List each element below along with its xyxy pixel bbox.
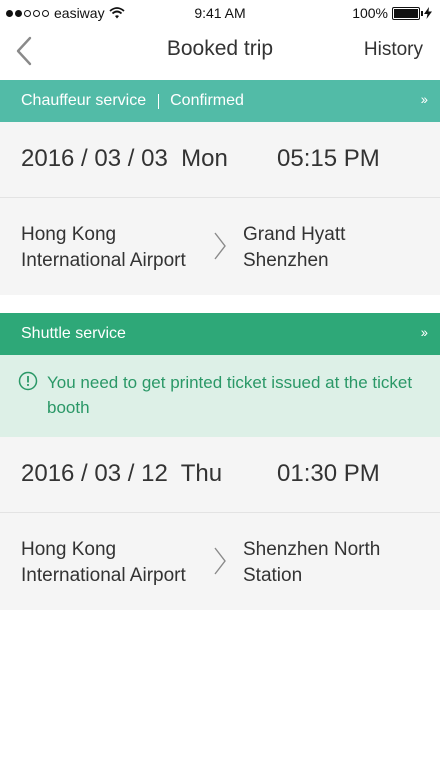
battery-percentage: 100%: [352, 5, 388, 21]
trip-card-chauffeur[interactable]: 2016 / 03 / 03 Mon 05:15 PM Hong Kong In…: [0, 122, 440, 295]
route-arrow-icon: [214, 547, 226, 575]
notice-text: You need to get printed ticket issued at…: [47, 373, 413, 417]
double-chevron-right-icon: ››: [420, 91, 428, 107]
battery-icon: [392, 6, 423, 20]
service-name: Chauffeur service: [21, 92, 147, 109]
trip-origin: Hong Kong International Airport: [21, 539, 186, 586]
trip-status: Confirmed: [170, 92, 244, 109]
ticket-notice: You need to get printed ticket issued at…: [0, 355, 440, 437]
nav-bar: Booked trip History: [0, 26, 440, 80]
trip-route-row: Hong Kong International Airport Grand Hy…: [0, 198, 440, 294]
status-right: 100%: [352, 5, 432, 21]
status-bar: easiway 9:41 AM 100%: [0, 0, 440, 26]
trip-datetime-row: 2016 / 03 / 12 Thu 01:30 PM: [0, 437, 440, 513]
charging-bolt-icon: [424, 7, 432, 19]
trip-destination: Shenzhen North Station: [243, 539, 381, 586]
trip-time: 01:30 PM: [277, 460, 380, 487]
trip-date: 2016 / 03 / 12 Thu: [21, 460, 223, 487]
trip-header-shuttle[interactable]: Shuttle service ››: [0, 313, 440, 355]
service-name: Shuttle service: [21, 325, 126, 342]
history-button[interactable]: History: [364, 39, 423, 61]
trip-header-chauffeur[interactable]: Chauffeur service Confirmed ››: [0, 80, 440, 122]
trip-time: 05:15 PM: [277, 145, 380, 172]
trip-card-shuttle[interactable]: 2016 / 03 / 12 Thu 01:30 PM Hong Kong In…: [0, 437, 440, 610]
trip-destination: Grand Hyatt Shenzhen: [243, 224, 346, 271]
route-arrow-icon: [214, 232, 226, 260]
double-chevron-right-icon: ››: [420, 324, 428, 340]
header-divider: [158, 93, 160, 109]
trip-date: 2016 / 03 / 03 Mon: [21, 145, 228, 172]
trip-origin: Hong Kong International Airport: [21, 224, 186, 271]
info-exclamation-icon: [18, 371, 38, 391]
trip-datetime-row: 2016 / 03 / 03 Mon 05:15 PM: [0, 122, 440, 198]
trip-route-row: Hong Kong International Airport Shenzhen…: [0, 513, 440, 609]
